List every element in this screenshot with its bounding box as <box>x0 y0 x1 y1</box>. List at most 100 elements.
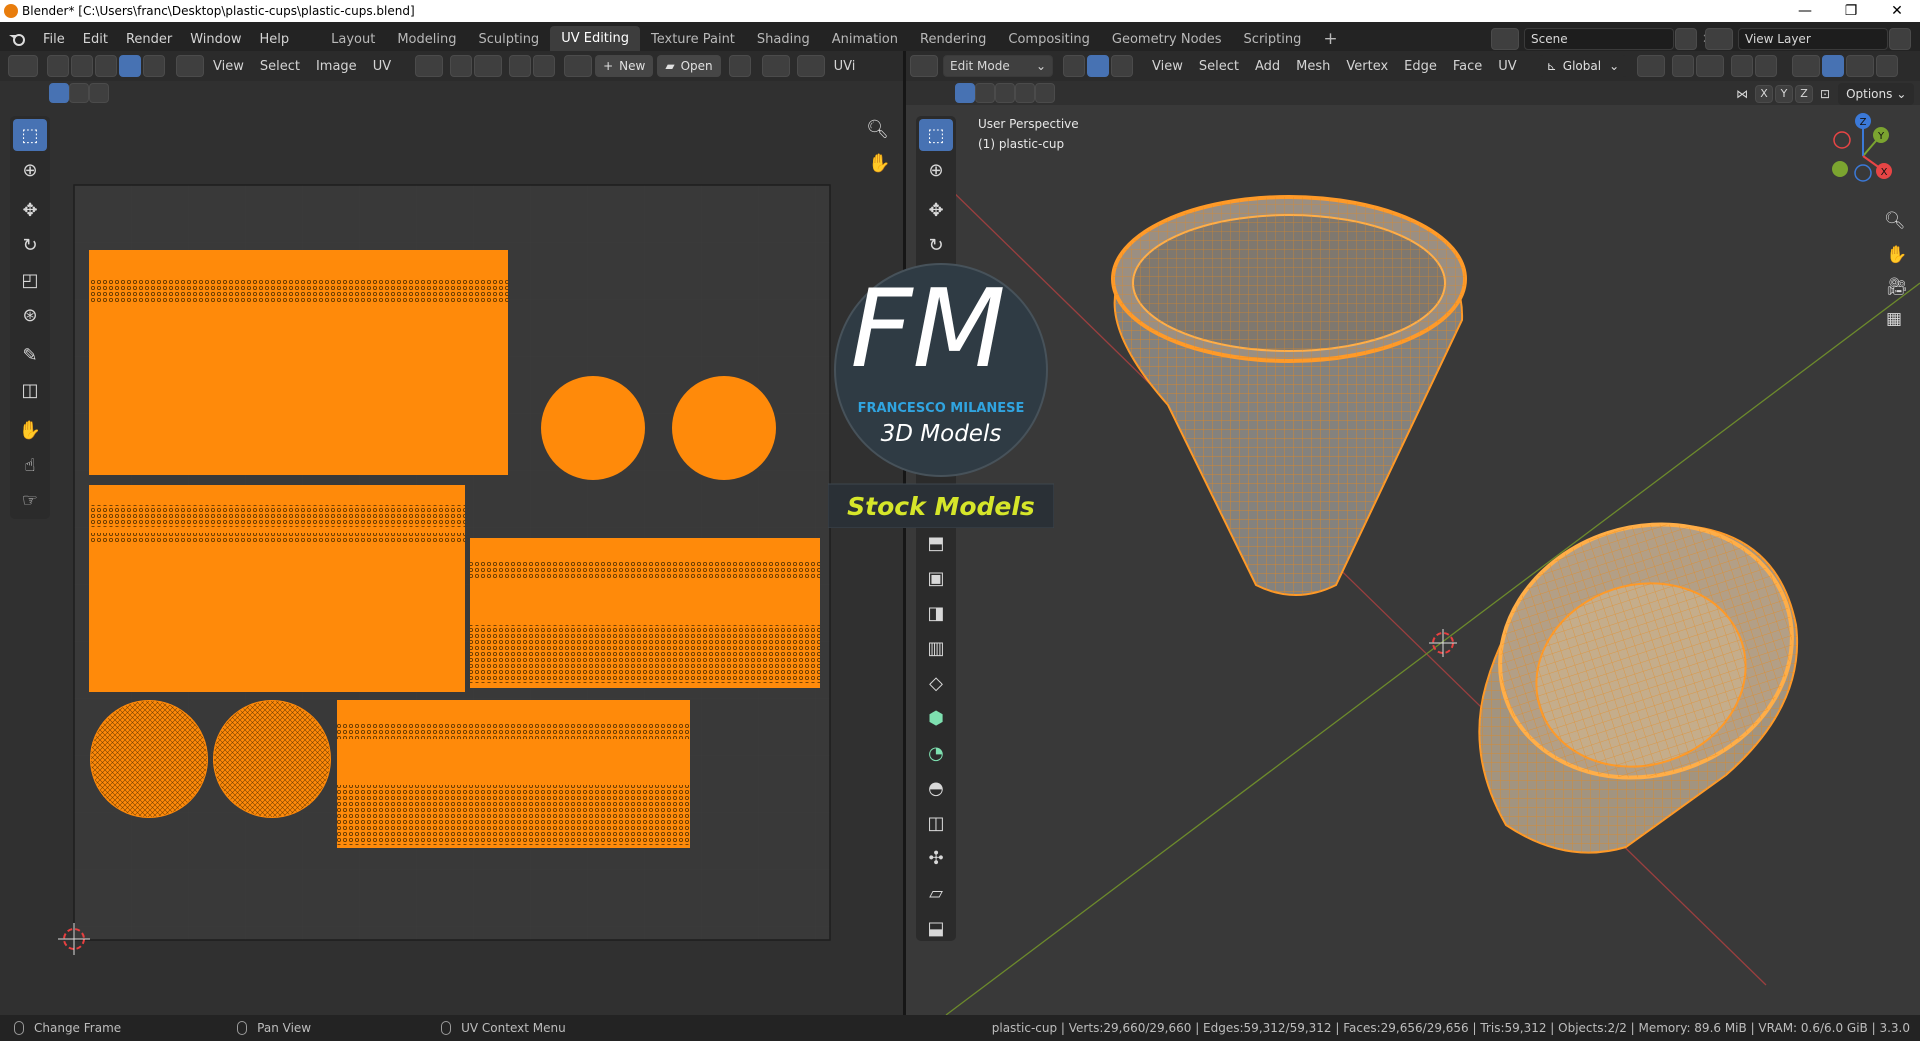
vp-select-new-icon[interactable] <box>955 83 975 103</box>
proportional-icon[interactable] <box>1731 55 1754 77</box>
vertex-mode-icon[interactable] <box>1063 55 1085 77</box>
menu-file[interactable]: File <box>34 32 74 47</box>
new-view-layer-icon[interactable] <box>1889 28 1911 50</box>
mirror-y-toggle[interactable]: Y <box>1775 85 1793 103</box>
vp-menu-edge[interactable]: Edge <box>1396 59 1445 74</box>
vp-tool-bevel[interactable]: ◨ <box>919 597 953 629</box>
falloff-icon[interactable] <box>533 55 556 77</box>
vp-tool-rip[interactable]: ⬓ <box>919 912 953 944</box>
view-layer-icon[interactable] <box>1705 28 1733 50</box>
uv-island-circle-4[interactable] <box>213 700 331 818</box>
overlay-icon[interactable] <box>1846 55 1875 77</box>
new-image-button[interactable]: + New <box>595 55 654 77</box>
scene-icon[interactable] <box>1491 28 1519 50</box>
vp-tool-extrude[interactable]: ⬒ <box>919 527 953 559</box>
viewport-editor-type-icon[interactable] <box>910 55 938 77</box>
uv-island-circle-1[interactable] <box>541 376 645 480</box>
tool-move[interactable]: ✥ <box>13 194 47 226</box>
tab-texture-paint[interactable]: Texture Paint <box>640 32 746 47</box>
snap-toggle-icon[interactable] <box>1672 55 1695 77</box>
tool-annotate[interactable]: ✎ <box>13 339 47 371</box>
tool-cursor[interactable]: ⊕ <box>13 154 47 186</box>
vp-select-intersect-icon[interactable] <box>1035 83 1055 103</box>
xray-icon[interactable] <box>1876 55 1899 77</box>
tool-relax[interactable]: ☝ <box>13 449 47 481</box>
gizmo-icon[interactable] <box>1822 55 1845 77</box>
maximize-button[interactable]: ❐ <box>1828 0 1874 22</box>
vp-menu-add[interactable]: Add <box>1247 59 1288 74</box>
pin-icon[interactable] <box>728 55 751 77</box>
vp-select-extend-icon[interactable] <box>975 83 995 103</box>
snap-icon[interactable] <box>450 55 473 77</box>
3d-viewport[interactable]: User Perspective (1) plastic-cup ⬚ ⊕ ✥ ↻… <box>906 105 1920 1015</box>
vp-tool-inset[interactable]: ▣ <box>919 562 953 594</box>
sync-selection-icon[interactable] <box>47 55 69 77</box>
uv-select-box-icon[interactable] <box>49 83 69 103</box>
uv-canvas[interactable] <box>0 105 903 1015</box>
vp-menu-view[interactable]: View <box>1144 59 1191 74</box>
pivot-point-icon[interactable] <box>1637 55 1666 77</box>
tab-animation[interactable]: Animation <box>821 32 909 47</box>
tab-geometry-nodes[interactable]: Geometry Nodes <box>1101 32 1233 47</box>
mode-selector[interactable]: Edit Mode ⌄ <box>943 55 1053 77</box>
new-scene-icon[interactable] <box>1675 28 1697 50</box>
uv-select-subtract-icon[interactable] <box>89 83 109 103</box>
tool-rotate[interactable]: ↻ <box>13 229 47 261</box>
editor-type-icon[interactable] <box>8 55 38 77</box>
scene-field[interactable]: Scene <box>1524 28 1674 50</box>
camera-view-icon[interactable]: 🎥︎ <box>1886 277 1908 297</box>
gizmo-neg-x-icon[interactable] <box>1833 131 1851 149</box>
gizmo-neg-z-icon[interactable] <box>1854 164 1872 182</box>
transform-orientation[interactable]: ⊾ Global ⌄ <box>1538 55 1628 77</box>
mirror-z-toggle[interactable]: Z <box>1795 85 1813 103</box>
add-workspace-button[interactable]: + <box>1312 29 1348 49</box>
uv-island-2[interactable] <box>89 485 465 692</box>
tab-sculpting[interactable]: Sculpting <box>467 32 550 47</box>
overlay-toggle-icon[interactable] <box>796 55 825 77</box>
tab-rendering[interactable]: Rendering <box>909 32 997 47</box>
uv-island-circle-3[interactable] <box>90 700 208 818</box>
tool-select-box[interactable]: ⬚ <box>13 119 47 151</box>
vp-tool-spin[interactable]: ◔ <box>919 737 953 769</box>
uv-island-4[interactable] <box>337 700 690 848</box>
uv-island-3[interactable] <box>470 538 820 688</box>
auto-merge-icon[interactable]: ⊡ <box>1820 87 1830 101</box>
uv-island-1[interactable] <box>89 250 508 475</box>
plastic-cup-2[interactable] <box>1467 487 1825 854</box>
vp-tool-select-box[interactable]: ⬚ <box>919 119 953 151</box>
plastic-cup-1[interactable] <box>1111 195 1467 596</box>
vp-tool-poly-build[interactable]: ⬢ <box>919 702 953 734</box>
gizmo-toggle-icon[interactable] <box>761 55 790 77</box>
menu-render[interactable]: Render <box>117 32 181 47</box>
vp-menu-mesh[interactable]: Mesh <box>1288 59 1338 74</box>
vertex-select-icon[interactable] <box>71 55 93 77</box>
tool-grab[interactable]: ✋ <box>13 414 47 446</box>
proportional-falloff-icon[interactable] <box>1755 55 1778 77</box>
tab-modeling[interactable]: Modeling <box>386 32 467 47</box>
vp-select-invert-icon[interactable] <box>1015 83 1035 103</box>
vp-menu-select[interactable]: Select <box>1191 59 1247 74</box>
minimize-button[interactable]: — <box>1782 0 1828 22</box>
tab-uv-editing[interactable]: UV Editing <box>550 26 641 52</box>
tool-scale[interactable]: ◰ <box>13 264 47 296</box>
sticky-select-icon[interactable] <box>176 55 204 77</box>
uv-editor-area[interactable]: ⬚ ⊕ ✥ ↻ ◰ ⊛ ✎ ◫ ✋ ☝ ☞ 🔍︎ ✋ <box>0 105 903 1015</box>
pivot-icon[interactable] <box>415 55 444 77</box>
tab-scripting[interactable]: Scripting <box>1233 32 1313 47</box>
menu-help[interactable]: Help <box>251 32 299 47</box>
menu-window[interactable]: Window <box>181 32 250 47</box>
snap-target-icon[interactable] <box>474 55 503 77</box>
uv-menu-uv[interactable]: UV <box>365 59 399 74</box>
perspective-toggle-icon[interactable]: ▦ <box>1886 309 1902 329</box>
vp-menu-uv[interactable]: UV <box>1490 59 1524 74</box>
navigation-gizmo[interactable]: X Y Z <box>1818 111 1908 201</box>
uv-island-circle-2[interactable] <box>672 376 776 480</box>
gizmo-neg-y-icon[interactable] <box>1832 161 1848 177</box>
3d-cursor-icon[interactable] <box>1429 629 1457 657</box>
visibility-icon[interactable] <box>1792 55 1821 77</box>
uv-menu-select[interactable]: Select <box>252 59 308 74</box>
vp-pan-icon[interactable]: ✋ <box>1886 245 1907 265</box>
options-dropdown[interactable]: Options ⌄ <box>1838 83 1915 105</box>
tab-compositing[interactable]: Compositing <box>997 32 1101 47</box>
view-layer-field[interactable]: View Layer <box>1738 28 1888 50</box>
